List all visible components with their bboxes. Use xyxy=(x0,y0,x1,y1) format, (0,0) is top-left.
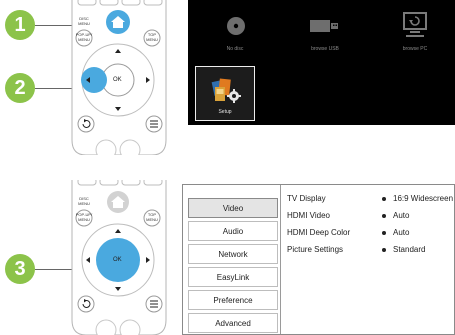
settings-menu-video[interactable]: Video xyxy=(188,198,278,218)
settings-menu-audio[interactable]: Audio xyxy=(188,221,278,241)
settings-menu-easylink[interactable]: EasyLink xyxy=(188,267,278,287)
step-3-badge: 3 xyxy=(5,254,35,284)
setting-row-hdmi-deep-color[interactable]: HDMI Deep Color Auto xyxy=(287,225,455,241)
remote-control-top: DISC MENU POP-UP/MENU TOP MENU OK xyxy=(64,0,174,155)
disc-icon xyxy=(227,17,245,35)
setting-row-picture-settings[interactable]: Picture Settings Standard xyxy=(287,242,455,258)
disc-menu-label: DISC MENU xyxy=(78,196,90,206)
setting-value: 16:9 Widescreen xyxy=(393,194,454,203)
top-menu-label: TOP MENU xyxy=(146,32,158,42)
bullet-icon xyxy=(382,248,386,252)
settings-divider xyxy=(280,185,281,334)
settings-menu-advanced[interactable]: Advanced xyxy=(188,313,278,333)
home-item-disc-label: No disc xyxy=(226,46,244,52)
settings-panel: Video Audio Network EasyLink Preference … xyxy=(182,184,455,335)
setting-value: Auto xyxy=(393,211,410,220)
popup-menu-label: POP-UP/MENU xyxy=(75,32,93,42)
network-pc-icon xyxy=(403,12,427,37)
home-item-setup[interactable]: Setup xyxy=(195,66,255,121)
bullet-icon xyxy=(382,197,386,201)
step-2-badge: 2 xyxy=(5,73,35,103)
home-menu-screen: No disc browse USB browse PC Setup xyxy=(188,0,455,125)
remote-control-bottom: DISC MENU POP-UP/MENU TOP MENU OK xyxy=(64,180,174,335)
home-item-pc[interactable]: browse PC xyxy=(385,0,445,62)
setting-value: Standard xyxy=(393,245,426,254)
setting-name: Picture Settings xyxy=(287,245,344,254)
popup-menu-label: POP-UP/MENU xyxy=(75,212,93,222)
settings-menu-preference[interactable]: Preference xyxy=(188,290,278,310)
setting-row-hdmi-video[interactable]: HDMI Video Auto xyxy=(287,208,455,224)
ok-label: OK xyxy=(113,257,122,263)
setting-value: Auto xyxy=(393,228,410,237)
setting-name: HDMI Video xyxy=(287,211,330,220)
top-menu-label: TOP MENU xyxy=(146,212,158,222)
setting-name: TV Display xyxy=(287,194,326,203)
home-item-usb[interactable]: browse USB xyxy=(295,0,355,62)
setting-name: HDMI Deep Color xyxy=(287,228,351,237)
setup-icon xyxy=(211,78,241,103)
step-1-badge: 1 xyxy=(5,10,35,40)
usb-icon xyxy=(310,20,338,32)
bullet-icon xyxy=(382,214,386,218)
home-item-setup-label: Setup xyxy=(218,109,232,115)
home-item-usb-label: browse USB xyxy=(311,46,339,52)
home-item-disc[interactable]: No disc xyxy=(205,0,265,62)
ok-label: OK xyxy=(113,77,122,83)
bullet-icon xyxy=(382,231,386,235)
setting-row-tv-display[interactable]: TV Display 16:9 Widescreen xyxy=(287,191,455,207)
settings-menu-network[interactable]: Network xyxy=(188,244,278,264)
disc-menu-label: DISC MENU xyxy=(78,16,90,26)
home-item-pc-label: browse PC xyxy=(402,46,428,52)
